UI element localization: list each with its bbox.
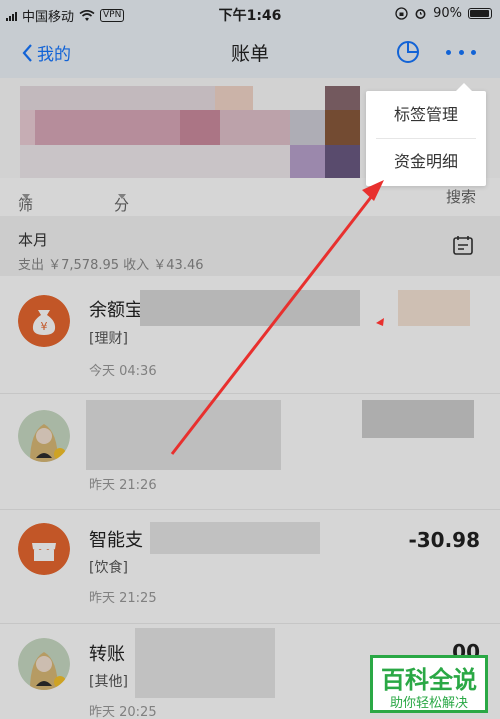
watermark-subtitle: 助你轻松解决 bbox=[389, 696, 468, 711]
watermark-title: 百科全说 bbox=[381, 666, 477, 694]
watermark-logo: 百科全说 助你轻松解决 bbox=[370, 655, 488, 713]
annotation-arrow bbox=[170, 180, 384, 455]
bill-page: 中国移动 VPN 下午1:46 90% 我的 账单 筛 分 搜索 本月 支出 ￥… bbox=[0, 0, 500, 719]
